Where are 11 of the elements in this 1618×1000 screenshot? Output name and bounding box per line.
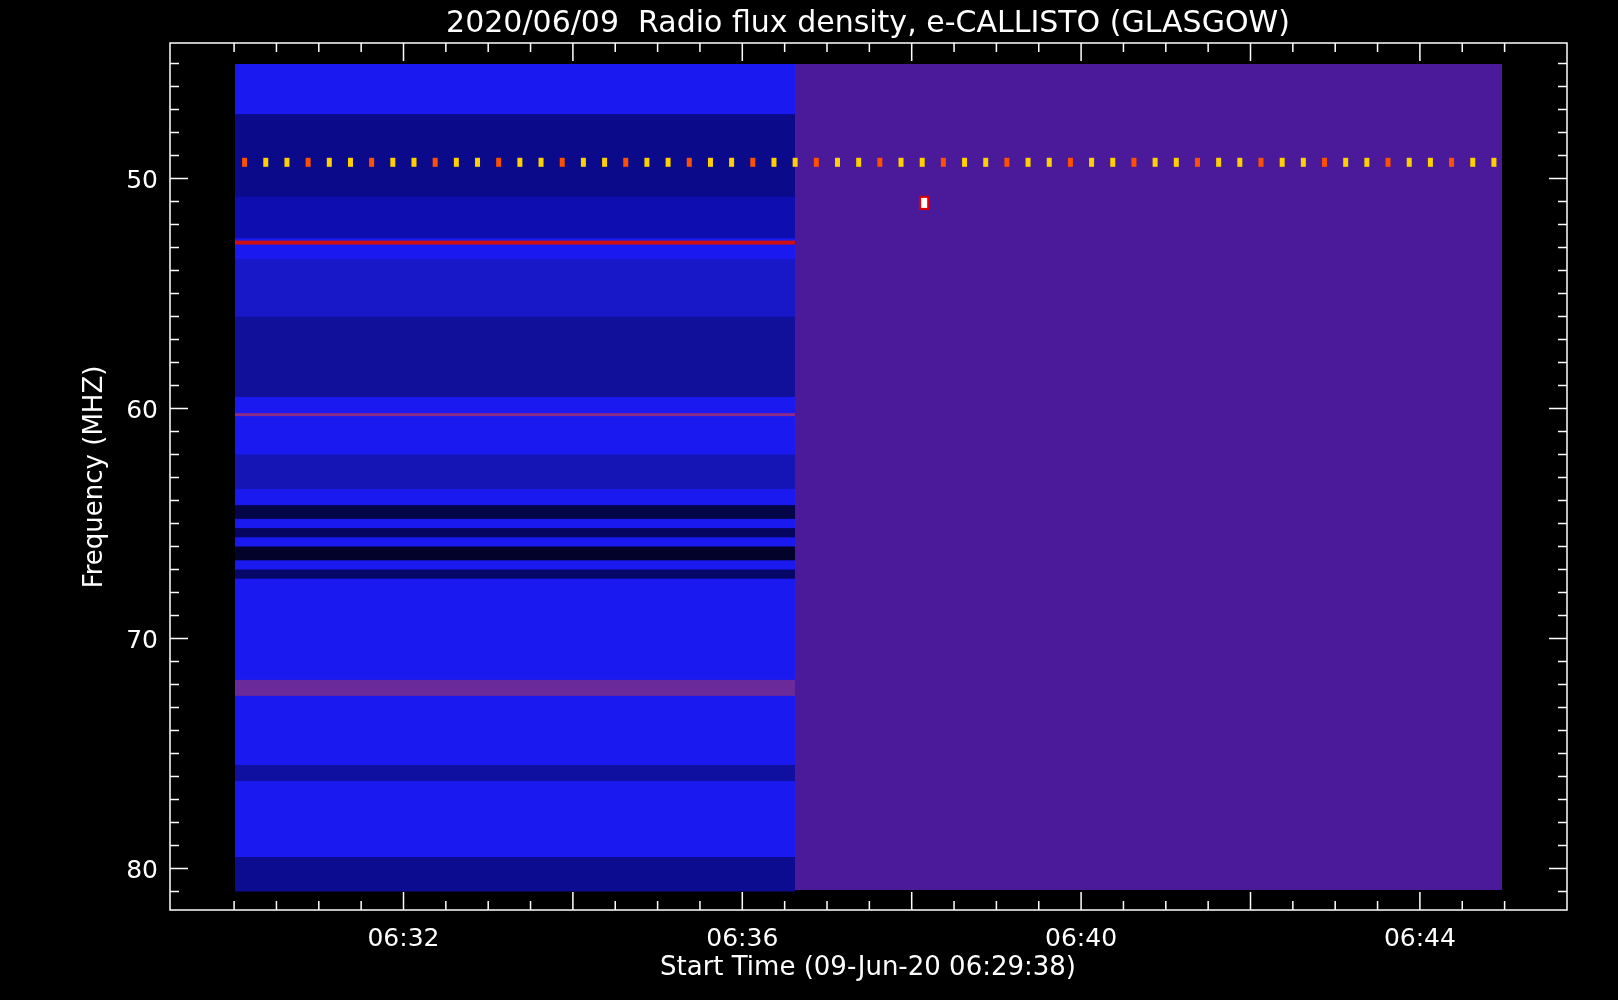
x-axis-label: Start Time (09-Jun-20 06:29:38)	[660, 951, 1076, 981]
y-tick-label: 60	[126, 394, 158, 424]
x-tick-label: 06:44	[1383, 923, 1456, 952]
y-axis-label: Frequency (MHZ)	[78, 365, 108, 589]
y-tick-label: 70	[126, 624, 158, 654]
y-tick-label: 50	[126, 164, 158, 194]
x-tick-label: 06:32	[367, 923, 440, 952]
chart-title: 2020/06/09 Radio flux density, e-CALLISTO (GLASGOW)	[446, 4, 1290, 39]
x-tick-label: 06:36	[706, 923, 779, 952]
x-tick-label: 06:40	[1045, 923, 1118, 952]
y-tick-label: 80	[126, 854, 158, 884]
